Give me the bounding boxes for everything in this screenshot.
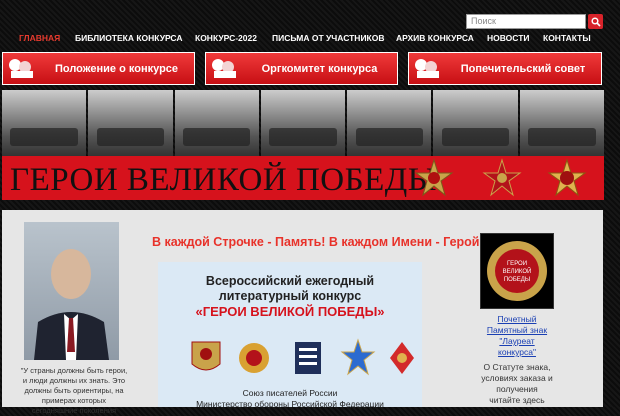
badge-text-1: ГЕРОИ xyxy=(507,261,527,267)
committee-button[interactable]: Оргкомитет конкурса xyxy=(205,52,398,85)
war-photo xyxy=(260,90,346,156)
war-photo xyxy=(433,90,518,156)
war-photo xyxy=(88,90,173,156)
victory-order-icon xyxy=(547,158,587,197)
badge-link-line: "Лауреат xyxy=(499,336,535,346)
badge-info-line: читайте здесь xyxy=(489,395,545,405)
badge-link-line: Почетный xyxy=(497,314,537,324)
carnations-icon xyxy=(212,59,236,78)
emblem-icon xyxy=(191,341,221,371)
nav-item-home[interactable]: ГЛАВНАЯ xyxy=(19,33,60,43)
war-photo xyxy=(519,90,604,156)
nav-item-news[interactable]: НОВОСТИ xyxy=(487,33,530,43)
banner-title: ГЕРОИ ВЕЛИКОЙ ПОБЕДЫ xyxy=(10,162,438,198)
committee-label: Оргкомитет конкурса xyxy=(261,62,378,75)
search-input[interactable]: Поиск xyxy=(466,14,586,29)
honorary-badge-image[interactable]: ГЕРОИ ВЕЛИКОЙ ПОБЕДЫ xyxy=(480,233,554,309)
president-portrait xyxy=(24,222,119,360)
card-contest-title: «ГЕРОИ ВЕЛИКОЙ ПОБЕДЫ» xyxy=(195,304,385,319)
war-photo-strip xyxy=(2,90,604,156)
quote-text: "У страны должны быть герои, и люди долж… xyxy=(20,366,128,415)
search-icon xyxy=(590,16,601,27)
nav-item-contest-2022[interactable]: КОНКУРС-2022 xyxy=(195,33,257,43)
nav-item-letters[interactable]: ПИСЬМА ОТ УЧАСТНИКОВ xyxy=(272,33,385,43)
red-star-icon xyxy=(482,158,522,197)
badge-text-2: ВЕЛИКОЙ xyxy=(503,267,532,275)
badge-info-line: получения xyxy=(496,384,538,394)
board-button[interactable]: Попечительский совет xyxy=(408,52,602,85)
war-photo xyxy=(347,90,432,156)
slogan: В каждой Строчке - Память! В каждом Имен… xyxy=(152,235,484,249)
war-photo xyxy=(174,90,259,156)
writers-union-icon xyxy=(295,342,321,374)
search-button[interactable] xyxy=(588,14,603,29)
nav-item-library[interactable]: БИБЛИОТЕКА КОНКУРСА xyxy=(75,33,183,43)
star-emblem-icon xyxy=(340,338,376,376)
card-line-2: литературный конкурс xyxy=(218,289,362,303)
main-nav: ГЛАВНАЯ БИБЛИОТЕКА КОНКУРСА КОНКУРС-2022… xyxy=(0,33,620,47)
army-emblem-icon xyxy=(390,342,414,374)
war-photo xyxy=(2,90,87,156)
sponsor-2: Министерство обороны Российской Федераци… xyxy=(196,399,384,409)
badge-text-3: ПОБЕДЫ xyxy=(504,277,530,283)
regulations-label: Положение о конкурсе xyxy=(54,62,179,75)
nav-item-archive[interactable]: АРХИВ КОНКУРСА xyxy=(396,33,474,43)
badge-info-line: О Статуте знака, xyxy=(483,362,551,372)
carnations-icon xyxy=(415,59,439,78)
nav-item-contacts[interactable]: КОНТАКТЫ xyxy=(543,33,591,43)
content-area: "У страны должны быть герои, и люди долж… xyxy=(2,210,603,415)
badge-link[interactable]: Почетный Памятный знак "Лауреат конкурса… xyxy=(472,314,562,358)
site-banner: ГЕРОИ ВЕЛИКОЙ ПОБЕДЫ xyxy=(2,156,604,200)
eagle-emblem-icon xyxy=(239,343,269,373)
card-line-1: Всероссийский ежегодный xyxy=(205,274,375,288)
badge-info-text: О Статуте знака, условиях заказа и получ… xyxy=(466,362,568,406)
regulations-button[interactable]: Положение о конкурсе xyxy=(2,52,195,85)
board-label: Попечительский совет xyxy=(460,62,586,75)
contest-info-card: Всероссийский ежегодный литературный кон… xyxy=(158,262,422,409)
badge-info-line: условиях заказа и xyxy=(481,373,553,383)
badge-link-line: конкурса" xyxy=(498,347,536,357)
carnations-icon xyxy=(9,59,33,78)
sponsor-1: Союз писателей России xyxy=(242,388,338,398)
order-star-icon xyxy=(414,158,454,197)
badge-link-line: Памятный знак xyxy=(486,325,548,335)
